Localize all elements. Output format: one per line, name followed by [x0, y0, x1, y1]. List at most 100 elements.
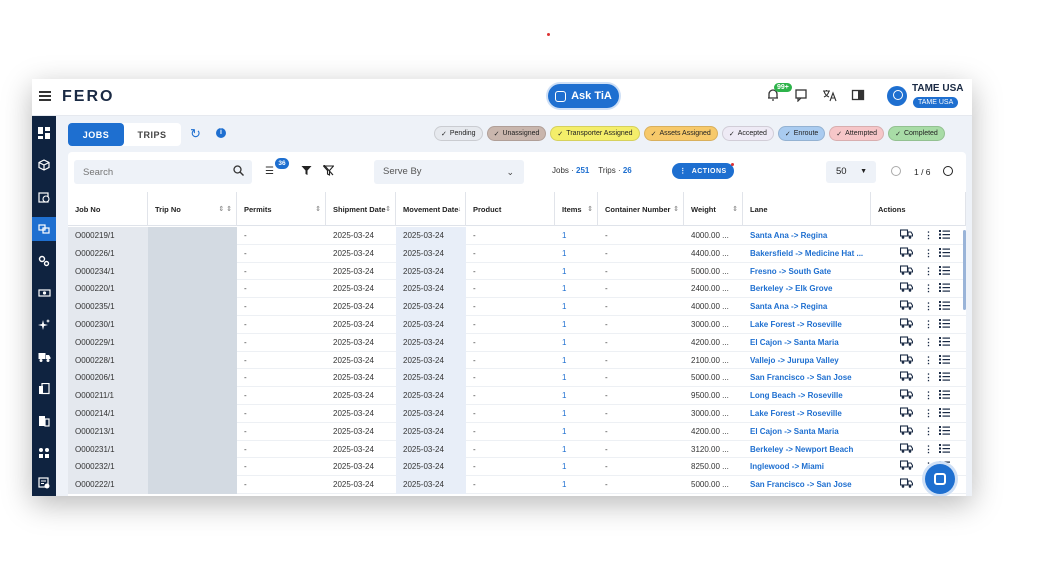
assign-truck-icon[interactable]: [899, 298, 914, 316]
cell-items[interactable]: 1: [555, 387, 598, 405]
more-vert-icon[interactable]: ⋮: [924, 387, 933, 405]
more-vert-icon[interactable]: ⋮: [924, 369, 933, 387]
list-details-icon[interactable]: [939, 316, 950, 334]
search-icon[interactable]: [233, 165, 244, 176]
table-row[interactable]: O000231/1-2025-03-24 2025-03-24-1-3120.00…: [68, 440, 966, 459]
more-vert-icon[interactable]: ⋮: [924, 334, 933, 352]
list-details-icon[interactable]: [939, 227, 950, 245]
cell-items[interactable]: 1: [555, 369, 598, 387]
list-details-icon[interactable]: [939, 369, 950, 387]
assign-truck-icon[interactable]: [899, 369, 914, 387]
list-details-icon[interactable]: [939, 423, 950, 441]
list-details-icon[interactable]: [939, 280, 950, 298]
cell-lane[interactable]: San Francisco -> San Jose: [743, 476, 871, 494]
filter-icon[interactable]: [301, 165, 312, 179]
cell-lane[interactable]: Lake Forest -> Roseville: [743, 405, 871, 423]
table-row[interactable]: O000228/1-2025-03-24 2025-03-24-1-2100.00…: [68, 351, 966, 370]
actions-button[interactable]: ⋮ ACTIONS: [672, 163, 734, 179]
table-row[interactable]: O000232/1-2025-03-24 2025-03-24-1-8250.00…: [68, 458, 966, 477]
more-vert-icon[interactable]: ⋮: [924, 441, 933, 459]
assign-truck-icon[interactable]: [899, 441, 914, 459]
layout-icon[interactable]: [850, 88, 866, 104]
table-row[interactable]: O000226/1-2025-03-24 2025-03-24-1-4400.00…: [68, 244, 966, 263]
table-row[interactable]: O000229/1-2025-03-24 2025-03-24-1-4200.00…: [68, 333, 966, 352]
sidebar-item-reports[interactable]: [32, 377, 56, 401]
translate-icon[interactable]: [821, 88, 837, 104]
column-header-container-number[interactable]: Container Number ⇕: [598, 192, 684, 226]
cell-items[interactable]: 1: [555, 476, 598, 494]
column-header-movement-date[interactable]: Movement Date ↓: [396, 192, 466, 226]
column-header-job-no[interactable]: Job No: [68, 192, 148, 226]
cell-lane[interactable]: Fresno -> South Gate: [743, 263, 871, 281]
more-vert-icon[interactable]: ⋮: [924, 263, 933, 281]
cell-lane[interactable]: Santa Ana -> Regina: [743, 298, 871, 316]
cell-items[interactable]: 1: [555, 334, 598, 352]
table-row[interactable]: O000235/1-2025-03-24 2025-03-24-1-4000.00…: [68, 298, 966, 316]
column-header-product[interactable]: Product: [466, 192, 555, 226]
table-row[interactable]: O000214/1-2025-03-24 2025-03-24-1-3000.00…: [68, 405, 966, 423]
list-details-icon[interactable]: [939, 334, 950, 352]
cell-lane[interactable]: Berkeley -> Newport Beach: [743, 441, 871, 459]
table-row[interactable]: O000222/1-2025-03-24 2025-03-24-1-5000.00…: [68, 476, 966, 494]
more-vert-icon[interactable]: ⋮: [924, 227, 933, 245]
prev-page-icon[interactable]: [891, 166, 901, 176]
cell-items[interactable]: 1: [555, 245, 598, 263]
status-chip-completed[interactable]: ✓ Completed: [888, 126, 945, 141]
column-header-trip-no[interactable]: Trip No ⇕ ⇕: [148, 192, 237, 226]
list-details-icon[interactable]: [939, 387, 950, 405]
column-header-items[interactable]: Items ⇕: [555, 192, 598, 226]
refresh-icon[interactable]: ↻: [190, 126, 201, 142]
org-chip[interactable]: TAME USA: [913, 97, 959, 108]
assign-truck-icon[interactable]: [899, 227, 914, 245]
tab-jobs[interactable]: JOBS: [68, 123, 124, 146]
serve-by-select[interactable]: Serve By ⌄: [374, 160, 524, 184]
cell-items[interactable]: 1: [555, 298, 598, 316]
cell-items[interactable]: 1: [555, 352, 598, 370]
assign-truck-icon[interactable]: [899, 316, 914, 334]
more-vert-icon[interactable]: ⋮: [924, 352, 933, 370]
cell-items[interactable]: 1: [555, 405, 598, 423]
cell-lane[interactable]: Long Beach -> Roseville: [743, 387, 871, 405]
next-page-icon[interactable]: [943, 166, 953, 176]
status-chip-transporter-assigned[interactable]: ✓ Transporter Assigned: [550, 126, 640, 141]
sidebar-item-schedule[interactable]: [32, 185, 56, 209]
status-chip-attempted[interactable]: ✓ Attempted: [829, 126, 885, 141]
more-vert-icon[interactable]: ⋮: [924, 245, 933, 263]
table-row[interactable]: O000206/1-2025-03-24 2025-03-24-1-5000.00…: [68, 369, 966, 388]
assign-truck-icon[interactable]: [899, 352, 914, 370]
list-details-icon[interactable]: [939, 352, 950, 370]
sort-icon[interactable]: ⇕: [673, 205, 679, 213]
table-row[interactable]: O000220/1-2025-03-24 2025-03-24-1-2400.00…: [68, 280, 966, 299]
assign-truck-icon[interactable]: [899, 263, 914, 281]
cell-lane[interactable]: Vallejo -> Jurupa Valley: [743, 352, 871, 370]
table-row[interactable]: O000219/1-2025-03-24 2025-03-24-1-4000.00…: [68, 227, 966, 245]
user-avatar[interactable]: [887, 86, 907, 106]
assign-truck-icon[interactable]: [899, 405, 914, 423]
sidebar-item-rates[interactable]: [32, 471, 56, 495]
status-chip-accepted[interactable]: ✓ Accepted: [721, 126, 774, 141]
sidebar-item-network[interactable]: [32, 441, 56, 465]
cell-lane[interactable]: Inglewood -> Miami: [743, 458, 871, 476]
table-row[interactable]: O000211/1-2025-03-24 2025-03-24-1-9500.00…: [68, 387, 966, 405]
table-row[interactable]: O000234/1-2025-03-24 2025-03-24-1-5000.00…: [68, 262, 966, 281]
more-vert-icon[interactable]: ⋮: [924, 298, 933, 316]
assign-truck-icon[interactable]: [899, 280, 914, 298]
status-chip-assets-assigned[interactable]: ✓ Assets Assigned: [643, 126, 718, 141]
column-filter-icon[interactable]: ☰: [265, 166, 274, 177]
column-header-lane[interactable]: Lane: [743, 192, 871, 226]
cell-lane[interactable]: Santa Ana -> Regina: [743, 227, 871, 245]
menu-icon[interactable]: [39, 91, 51, 101]
cell-lane[interactable]: Lake Forest -> Roseville: [743, 316, 871, 334]
assign-truck-icon[interactable]: [899, 387, 914, 405]
column-header-shipment-date[interactable]: Shipment Date ⇕: [326, 192, 396, 226]
sidebar-item-settings[interactable]: [32, 249, 56, 273]
per-page-select[interactable]: 50 ▼: [826, 161, 876, 183]
vertical-scrollbar[interactable]: [963, 230, 966, 310]
cell-items[interactable]: 1: [555, 280, 598, 298]
tab-trips[interactable]: TRIPS: [124, 123, 180, 146]
list-details-icon[interactable]: [939, 298, 950, 316]
sidebar-item-fleet[interactable]: [32, 345, 56, 369]
assign-truck-icon[interactable]: [899, 334, 914, 352]
more-vert-icon[interactable]: ⋮: [924, 280, 933, 298]
info-icon[interactable]: i: [216, 128, 226, 138]
